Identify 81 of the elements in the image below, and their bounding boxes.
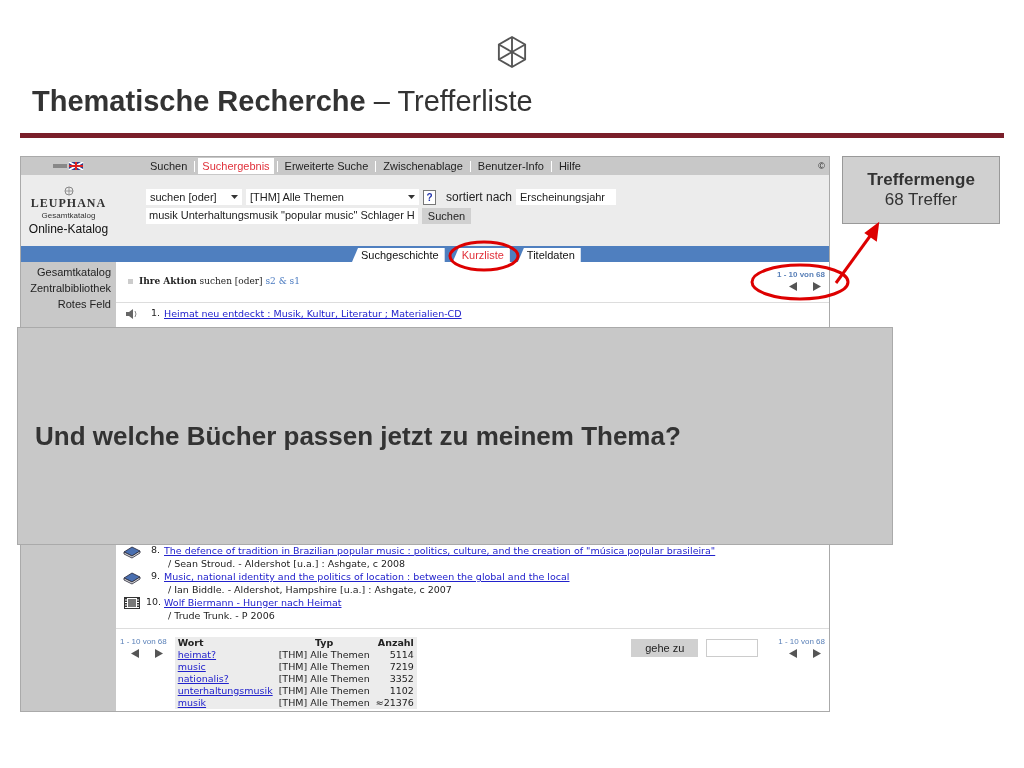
nav-tab[interactable]: Zwischenablage bbox=[379, 158, 467, 174]
catalog-subtitle: Gesamtkatalog bbox=[41, 210, 96, 220]
pager-text: 1 - 10 von 68 bbox=[120, 637, 167, 646]
table-cell: 3352 bbox=[372, 673, 417, 685]
book-icon bbox=[123, 545, 141, 559]
table-cell: 7219 bbox=[372, 661, 417, 673]
table-cell: 1102 bbox=[372, 685, 417, 697]
result-title-link[interactable]: The defence of tradition in Brazilian popular music : politics, culture, and the creation of "música popular brasileira" bbox=[164, 544, 716, 557]
nav-tab[interactable]: Suchen bbox=[146, 158, 192, 174]
pager-text: 1 - 10 von 68 bbox=[776, 270, 825, 279]
table-cell: [THM] Alle Themen bbox=[275, 649, 373, 661]
next-arrow-icon[interactable] bbox=[813, 282, 821, 291]
table-cell: [THM] Alle Themen bbox=[275, 697, 373, 709]
sidebar-link[interactable]: Rotes Feld bbox=[57, 298, 111, 310]
copyright-sign: © bbox=[818, 161, 825, 171]
view-tab[interactable]: Titeldaten bbox=[517, 248, 581, 262]
speaker-icon bbox=[125, 308, 139, 320]
callout-title: Treffermenge bbox=[867, 170, 975, 190]
search-mode-dropdown[interactable]: suchen [oder] bbox=[146, 189, 242, 205]
result-number: 8. bbox=[149, 544, 160, 555]
column-header: Anzahl bbox=[372, 637, 417, 649]
pointer-arrow bbox=[834, 221, 880, 284]
view-tab[interactable]: Suchgeschichte bbox=[352, 248, 445, 262]
category-dropdown[interactable]: [THM] Alle Themen bbox=[246, 189, 419, 205]
previous-arrow-icon[interactable] bbox=[130, 649, 139, 658]
sort-label: sortiert nach bbox=[446, 190, 513, 204]
nav-tab[interactable]: Erweiterte Suche bbox=[280, 158, 373, 174]
globe-icon bbox=[63, 185, 74, 196]
book-icon bbox=[123, 571, 141, 585]
table-cell: 5114 bbox=[372, 649, 417, 661]
table-cell: [THM] Alle Themen bbox=[275, 673, 373, 685]
action-link[interactable]: s2 & s1 bbox=[265, 276, 300, 286]
nav-tab[interactable]: Suchergebnis bbox=[198, 158, 274, 174]
library-name: LEUPHANA bbox=[30, 195, 107, 211]
bullet-icon bbox=[128, 278, 133, 284]
result-number: 1. bbox=[149, 307, 160, 318]
sidebar-link[interactable]: Zentralbibliothek bbox=[30, 282, 111, 294]
film-icon bbox=[124, 597, 140, 609]
action-text: Ihre Aktion suchen [oder] s2 & s1 bbox=[139, 276, 300, 286]
help-button[interactable]: ? bbox=[423, 189, 436, 205]
previous-arrow-icon[interactable] bbox=[789, 282, 797, 291]
view-tab[interactable]: Kurzliste bbox=[452, 248, 510, 262]
result-details: / Sean Stroud. - Aldershot [u.a.] : Ashgate, c 2008 bbox=[167, 557, 407, 570]
word-link[interactable]: musik bbox=[177, 697, 207, 708]
word-link[interactable]: heimat? bbox=[177, 649, 217, 660]
search-button[interactable]: Suchen bbox=[421, 208, 472, 224]
search-field[interactable]: musik Unterhaltungsmusik "popular music" Schlager H bbox=[146, 208, 418, 224]
word-link[interactable]: nationalis? bbox=[177, 673, 229, 684]
sidebar-link[interactable]: Gesamtkatalog bbox=[37, 266, 111, 278]
word-link[interactable]: music bbox=[177, 661, 206, 672]
slide-title: Thematische Recherche – Trefferliste bbox=[32, 84, 533, 119]
caret-icon bbox=[408, 195, 415, 199]
table-cell: [THM] Alle Themen bbox=[275, 685, 373, 697]
column-header: Typ bbox=[275, 637, 373, 649]
result-details: / Ian Biddle. - Aldershot, Hampshire [u.a.] : Ashgate, c 2007 bbox=[167, 583, 453, 596]
catalog-title: Online-Katalog bbox=[28, 221, 109, 236]
next-arrow-icon[interactable] bbox=[154, 649, 163, 658]
highlight-ellipse bbox=[448, 240, 520, 272]
flag-icons bbox=[52, 162, 85, 170]
table-cell: [THM] Alle Themen bbox=[275, 661, 373, 673]
previous-arrow-icon[interactable] bbox=[789, 649, 797, 658]
result-title-link[interactable]: Wolf Biermann - Hunger nach Heimat bbox=[164, 596, 342, 609]
cube-logo-icon bbox=[497, 35, 527, 69]
page-input-field[interactable] bbox=[706, 639, 759, 657]
nav-tab[interactable]: Benutzer-Info bbox=[473, 158, 548, 174]
result-number: 10. bbox=[146, 596, 160, 607]
result-title-link[interactable]: Music, national identity and the politics of location : between the global and the local bbox=[164, 570, 570, 583]
word-link[interactable]: unterhaltungsmusik bbox=[177, 685, 273, 696]
nav-tab[interactable]: Hilfe bbox=[554, 158, 585, 174]
pager-text: 1 - 10 von 68 bbox=[778, 637, 825, 646]
result-title-link[interactable]: Heimat neu entdeckt : Musik, Kultur, Literatur ; Materialien-CD bbox=[164, 307, 462, 320]
table-cell: ≈21376 bbox=[372, 697, 417, 709]
callout-text: 68 Treffer bbox=[884, 190, 958, 210]
next-arrow-icon[interactable] bbox=[813, 649, 821, 658]
goto-button[interactable]: gehe zu bbox=[631, 639, 699, 657]
caret-icon bbox=[231, 195, 238, 199]
sort-dropdown[interactable]: Erscheinungsjahr bbox=[516, 189, 617, 205]
question-text: Und welche Bücher passen jetzt zu meinem Thema? bbox=[35, 420, 681, 452]
result-details: / Trude Trunk. - P 2006 bbox=[167, 609, 276, 622]
column-header: Wort bbox=[174, 637, 276, 649]
result-number: 9. bbox=[149, 570, 160, 581]
